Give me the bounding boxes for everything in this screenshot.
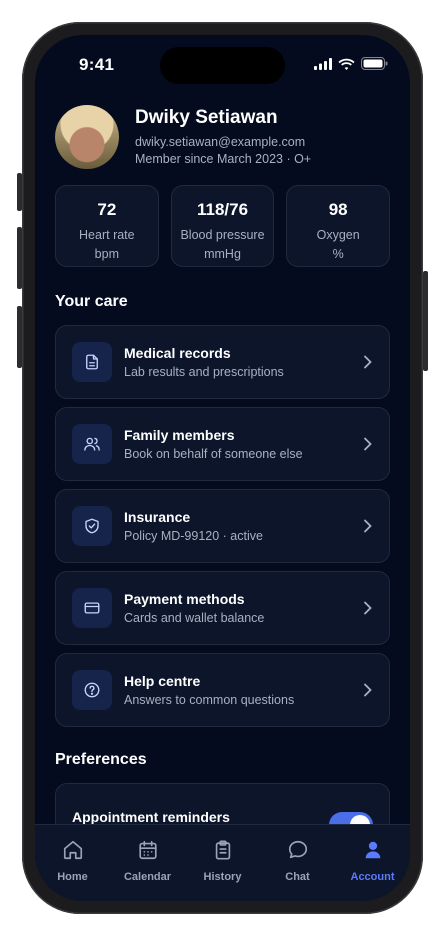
- tab-account[interactable]: Account: [335, 825, 410, 901]
- shield-icon: [72, 506, 112, 546]
- menu-item-medical-records[interactable]: Medical records Lab results and prescrip…: [55, 325, 390, 399]
- tab-label: Home: [57, 871, 88, 883]
- stat-oxygen[interactable]: 98 Oxygen %: [286, 185, 391, 267]
- tab-label: Account: [350, 871, 395, 883]
- vitals-row: 72 Heart rate bpm 118/76 Blood pressure …: [55, 185, 391, 267]
- status-icons: [314, 57, 388, 75]
- stat-value: 72: [97, 200, 117, 219]
- document-icon: [72, 342, 112, 382]
- tab-label: Calendar: [123, 871, 172, 883]
- chevron-right-icon: [345, 355, 373, 369]
- stat-label: Oxygen: [316, 228, 360, 242]
- menu-item-subtitle: Answers to common questions: [124, 693, 295, 707]
- dynamic-island: [160, 47, 285, 84]
- menu-item-subtitle: Lab results and prescriptions: [124, 365, 284, 379]
- volume-down-button: [17, 306, 22, 368]
- battery-icon: [361, 57, 388, 75]
- wifi-icon: [338, 57, 355, 75]
- menu-item-subtitle: Book on behalf of someone else: [124, 447, 303, 461]
- tab-label: History: [203, 871, 242, 883]
- preference-label: Appointment reminders: [72, 809, 230, 825]
- status-time: 9:41: [79, 55, 115, 74]
- tab-bar: Home Calendar History Chat Account: [35, 824, 410, 901]
- profile-email: dwiky.setiawan@example.com: [135, 134, 306, 149]
- tab-label: Chat: [285, 871, 310, 883]
- menu-item-payment-methods[interactable]: Payment methods Cards and wallet balance: [55, 571, 390, 645]
- calendar-icon: [137, 839, 159, 866]
- stat-unit: %: [332, 247, 344, 261]
- tab-chat[interactable]: Chat: [260, 825, 335, 901]
- avatar[interactable]: [55, 105, 119, 169]
- card-icon: [72, 588, 112, 628]
- profile-header: Dwiky Setiawan dwiky.setiawan@example.co…: [55, 105, 311, 169]
- chevron-right-icon: [345, 437, 373, 451]
- help-icon: [72, 670, 112, 710]
- stat-unit: bpm: [94, 247, 119, 261]
- users-icon: [72, 424, 112, 464]
- menu-item-insurance[interactable]: Insurance Policy MD-99120 · active: [55, 489, 390, 563]
- menu-item-title: Medical records: [124, 345, 231, 361]
- stat-value: 118/76: [196, 200, 249, 219]
- volume-up-button: [17, 227, 22, 289]
- menu-item-title: Help centre: [124, 673, 201, 689]
- profile-name: Dwiky Setiawan: [135, 106, 278, 128]
- stat-label: Heart rate: [79, 228, 135, 242]
- menu-item-title: Payment methods: [124, 591, 245, 607]
- chevron-right-icon: [345, 519, 373, 533]
- home-icon: [62, 839, 84, 866]
- screen: 9:41 Dwiky Setiawan dwiky.setiawan@examp…: [35, 35, 410, 901]
- cellular-signal-icon: [314, 57, 332, 75]
- menu-item-subtitle: Cards and wallet balance: [124, 611, 265, 625]
- silent-switch: [17, 173, 22, 211]
- clipboard-icon: [212, 839, 234, 866]
- menu-item-family-members[interactable]: Family members Book on behalf of someone…: [55, 407, 390, 481]
- stat-unit: mmHg: [204, 247, 241, 261]
- chevron-right-icon: [345, 601, 373, 615]
- stat-value: 98: [328, 200, 348, 219]
- tab-history[interactable]: History: [185, 825, 260, 901]
- menu-item-subtitle: Policy MD-99120 · active: [124, 529, 263, 543]
- status-bar: 9:41: [35, 35, 410, 95]
- stat-heart-rate[interactable]: 72 Heart rate bpm: [55, 185, 159, 267]
- tab-home[interactable]: Home: [35, 825, 110, 901]
- menu-item-help-centre[interactable]: Help centre Answers to common questions: [55, 653, 390, 727]
- profile-member-since: Member since March 2023 · O+: [135, 151, 312, 166]
- chevron-right-icon: [345, 683, 373, 697]
- stat-label: Blood pressure: [180, 228, 265, 242]
- section-title-preferences: Preferences: [55, 751, 147, 768]
- section-title-your-care: Your care: [55, 293, 128, 310]
- menu-item-title: Family members: [124, 427, 235, 443]
- menu-item-title: Insurance: [124, 509, 191, 525]
- tab-calendar[interactable]: Calendar: [110, 825, 185, 901]
- power-button: [423, 271, 428, 371]
- stat-blood-pressure[interactable]: 118/76 Blood pressure mmHg: [170, 185, 275, 267]
- chat-icon: [287, 839, 309, 866]
- user-icon: [362, 839, 384, 866]
